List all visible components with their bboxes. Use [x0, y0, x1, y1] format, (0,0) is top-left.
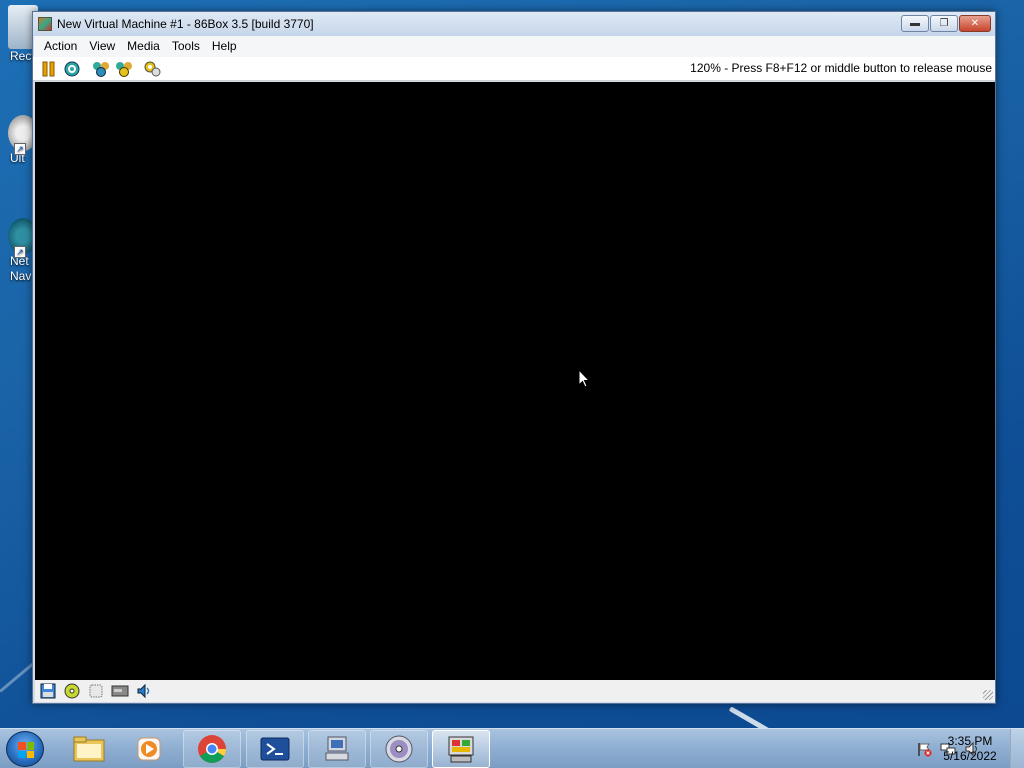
taskbar-chrome[interactable] [183, 730, 241, 768]
menu-view[interactable]: View [83, 36, 121, 57]
minimize-icon: ▬ [910, 18, 920, 29]
zip-drive-indicator[interactable] [87, 683, 105, 699]
ctrl-alt-esc-button[interactable] [114, 59, 134, 79]
minimize-button[interactable]: ▬ [901, 15, 929, 32]
pause-icon [42, 61, 55, 76]
resize-grip[interactable] [983, 690, 993, 700]
file-explorer-icon [73, 736, 105, 762]
vm-display[interactable] [35, 82, 995, 680]
maximize-button[interactable]: ❐ [930, 15, 958, 32]
hard-reset-button[interactable] [62, 59, 82, 79]
media-player-icon [137, 737, 161, 761]
hard-reset-icon [64, 61, 80, 76]
taskbar-dvd-maker[interactable] [370, 730, 428, 768]
window-title: New Virtual Machine #1 - 86Box 3.5 [buil… [57, 17, 314, 31]
taskbar-virtual-pc[interactable] [308, 730, 366, 768]
sound-icon [137, 683, 150, 699]
toolbar: 120% - Press F8+F12 or middle button to … [33, 57, 995, 81]
status-bar [35, 680, 995, 702]
clock-date: 5/16/2022 [943, 749, 997, 763]
action-center-flag-icon [918, 743, 932, 757]
menu-bar: Action View Media Tools Help [33, 36, 995, 57]
ctrl-alt-del-icon [93, 61, 109, 77]
hard-disk-icon [111, 685, 129, 697]
menu-tools[interactable]: Tools [166, 36, 206, 57]
taskbar-file-explorer[interactable] [60, 730, 118, 768]
title-bar[interactable]: New Virtual Machine #1 - 86Box 3.5 [buil… [33, 12, 995, 36]
desktop-icon-label: Net Nav [10, 254, 32, 283]
menu-media[interactable]: Media [121, 36, 166, 57]
settings-icon [144, 61, 161, 76]
vm-window: New Virtual Machine #1 - 86Box 3.5 [buil… [32, 11, 996, 704]
cdrom-icon [64, 683, 80, 699]
menu-help[interactable]: Help [206, 36, 243, 57]
floppy-drive-indicator[interactable] [39, 683, 57, 699]
mouse-cursor-icon [578, 369, 590, 388]
taskbar: 3:35 PM 5/16/2022 [0, 728, 1024, 768]
dvd-maker-icon [385, 735, 413, 763]
settings-button[interactable] [143, 59, 163, 79]
taskbar-clock[interactable]: 3:35 PM 5/16/2022 [940, 734, 1000, 764]
chrome-icon [198, 735, 226, 763]
window-controls: ▬ ❐ ✕ [901, 15, 991, 32]
maximize-icon: ❐ [939, 18, 949, 29]
powershell-icon [260, 737, 290, 761]
windows-logo-icon [18, 742, 34, 758]
86box-icon [448, 736, 474, 763]
sound-indicator[interactable] [135, 683, 153, 699]
shortcut-arrow-icon: ↗ [14, 246, 26, 258]
taskbar-86box[interactable] [432, 730, 490, 768]
86box-icon [38, 17, 52, 31]
shortcut-arrow-icon: ↗ [14, 143, 26, 155]
menu-action[interactable]: Action [38, 36, 83, 57]
taskbar-media-player[interactable] [120, 730, 178, 768]
virtual-pc-icon [325, 736, 349, 761]
taskbar-powershell[interactable] [246, 730, 304, 768]
floppy-icon [40, 683, 56, 699]
mouse-capture-status: 120% - Press F8+F12 or middle button to … [690, 61, 992, 75]
close-button[interactable]: ✕ [959, 15, 991, 32]
show-desktop-button[interactable] [1010, 729, 1024, 768]
start-button[interactable] [6, 731, 44, 767]
close-icon: ✕ [970, 18, 980, 29]
zip-icon [89, 684, 103, 698]
hard-disk-indicator[interactable] [111, 683, 129, 699]
clock-time: 3:35 PM [947, 734, 993, 748]
ctrl-alt-esc-icon [116, 61, 132, 77]
pause-button[interactable] [39, 59, 59, 79]
action-center-button[interactable] [916, 741, 932, 757]
ctrl-alt-del-button[interactable] [91, 59, 111, 79]
cdrom-drive-indicator[interactable] [63, 683, 81, 699]
